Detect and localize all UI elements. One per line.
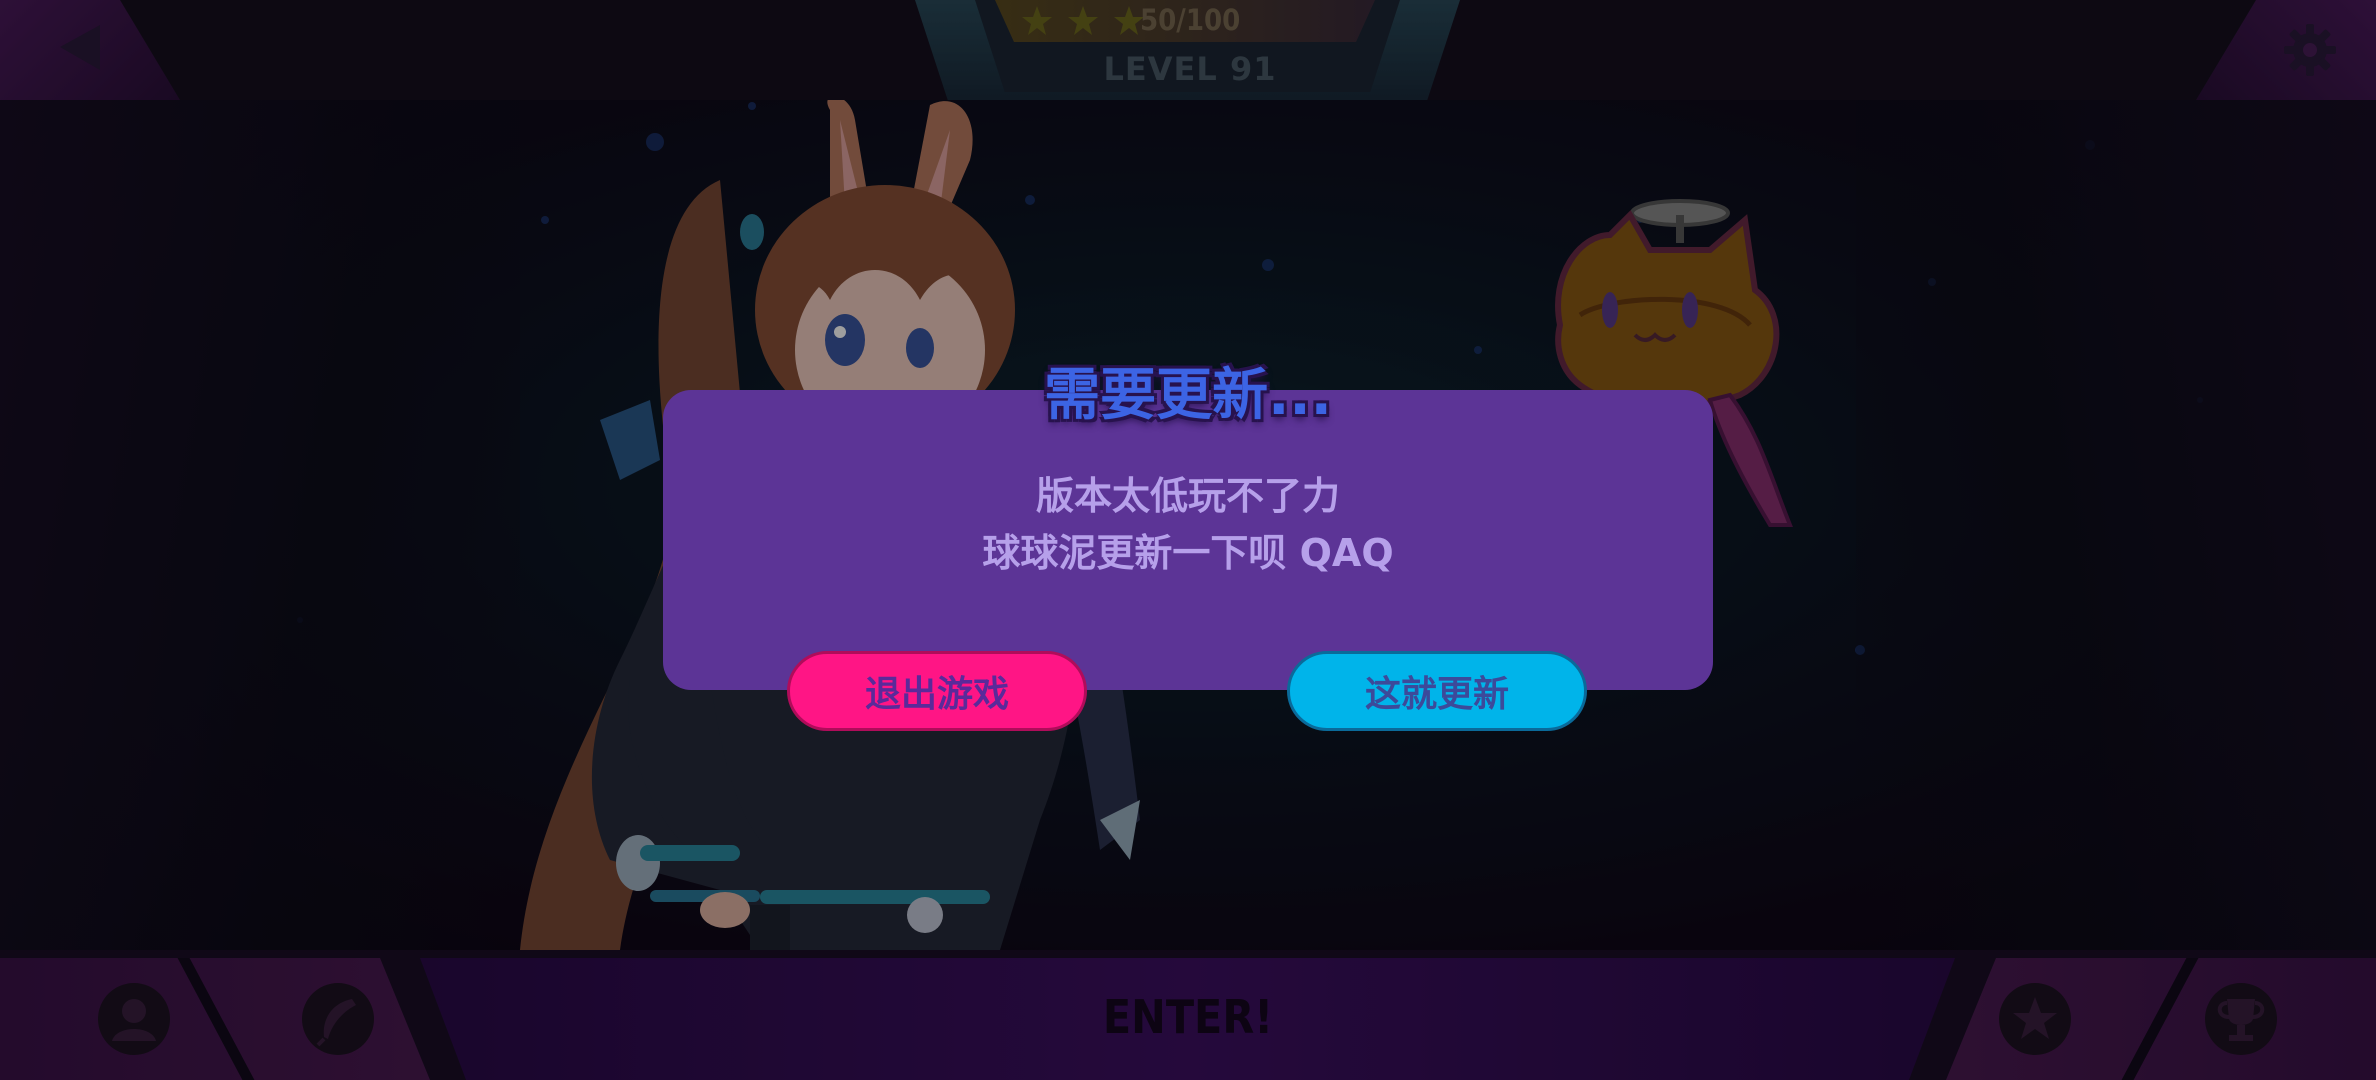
star-count: 50/100 xyxy=(1140,3,1241,37)
profile-icon xyxy=(112,999,156,1041)
trophy-icon xyxy=(2217,999,2265,1041)
profile-button[interactable] xyxy=(98,983,170,1055)
dialog-message-line1: 版本太低玩不了力 xyxy=(1035,474,1340,518)
right-decoration xyxy=(1856,100,2376,950)
dialog-title: 需要更新... xyxy=(1044,363,1332,428)
star-badge-icon xyxy=(2013,997,2057,1039)
back-arrow-icon xyxy=(60,25,100,70)
favorite-button[interactable] xyxy=(1999,983,2071,1055)
level-label: LEVEL 91 xyxy=(1103,50,1277,88)
exit-game-button[interactable]: 退出游戏 xyxy=(787,651,1087,731)
left-decoration xyxy=(0,100,520,950)
settings-button[interactable] xyxy=(2282,22,2338,78)
gear-icon xyxy=(2284,24,2336,76)
star-icon xyxy=(1068,6,1098,35)
dialog-message-line2: 球球泥更新一下呗 QAQ xyxy=(982,531,1394,575)
trophy-button[interactable] xyxy=(2205,983,2277,1055)
enter-button[interactable]: ENTER! xyxy=(1088,990,1288,1044)
feather-icon xyxy=(316,999,356,1047)
star-icon xyxy=(1022,6,1052,35)
back-button[interactable] xyxy=(55,20,105,75)
update-now-button[interactable]: 这就更新 xyxy=(1287,651,1587,731)
feather-button[interactable] xyxy=(302,983,374,1055)
